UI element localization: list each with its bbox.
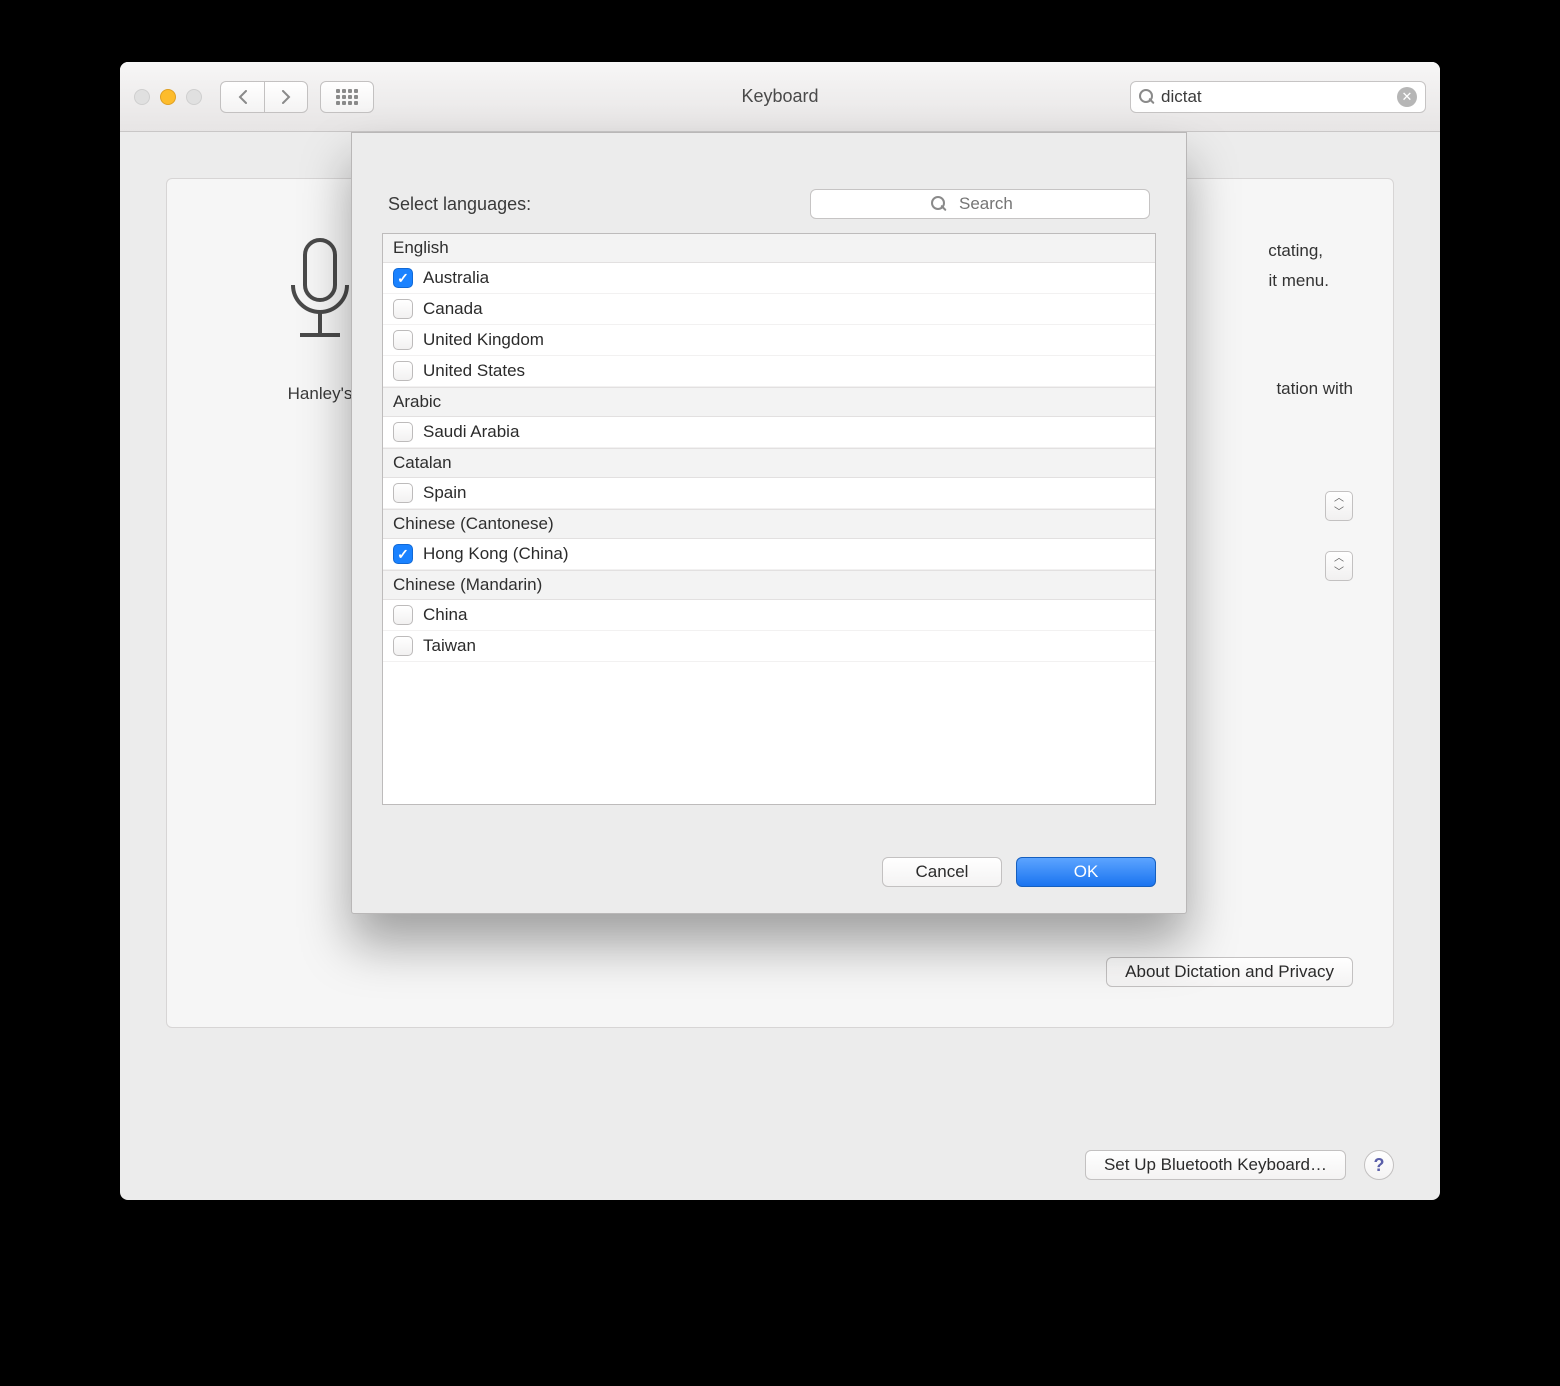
checkbox[interactable]: [393, 605, 413, 625]
language-label: Hong Kong (China): [423, 544, 569, 564]
bg-text-3: tation with: [1276, 379, 1353, 399]
search-icon: [931, 196, 947, 212]
sheet-title: Select languages:: [388, 194, 531, 215]
chevron-up-icon: ︿: [1334, 492, 1344, 506]
chevron-down-icon: ﹀: [1334, 506, 1344, 520]
toolbar-search[interactable]: ✕: [1130, 81, 1426, 113]
search-input[interactable]: [1161, 87, 1397, 107]
language-label: Australia: [423, 268, 489, 288]
checkbox[interactable]: [393, 361, 413, 381]
language-label: United Kingdom: [423, 330, 544, 350]
titlebar: Keyboard ✕: [120, 62, 1440, 132]
language-row[interactable]: United Kingdom: [383, 325, 1155, 356]
sheet-actions: Cancel OK: [382, 857, 1156, 887]
language-group-header: English: [383, 234, 1155, 263]
language-group-header: Chinese (Cantonese): [383, 509, 1155, 539]
checkbox[interactable]: [393, 268, 413, 288]
language-label: United States: [423, 361, 525, 381]
language-label: China: [423, 605, 467, 625]
checkbox[interactable]: [393, 330, 413, 350]
footer-row: Set Up Bluetooth Keyboard… ?: [1085, 1150, 1394, 1180]
bg-text-2: it menu.: [1269, 271, 1329, 291]
language-list[interactable]: English Australia Canada United Kingdom Unit…: [382, 233, 1156, 805]
back-button[interactable]: [220, 81, 264, 113]
window-controls: [134, 89, 202, 105]
chevron-right-icon: [280, 90, 292, 104]
language-row[interactable]: Hong Kong (China): [383, 539, 1155, 570]
clear-search-button[interactable]: ✕: [1397, 87, 1417, 107]
checkbox[interactable]: [393, 299, 413, 319]
language-row[interactable]: Australia: [383, 263, 1155, 294]
checkbox[interactable]: [393, 422, 413, 442]
close-button[interactable]: [134, 89, 150, 105]
sheet-search[interactable]: [810, 189, 1150, 219]
chevron-down-icon: ﹀: [1334, 566, 1344, 580]
show-all-button[interactable]: [320, 81, 374, 113]
language-label: Saudi Arabia: [423, 422, 519, 442]
preferences-window: Keyboard ✕ Hanley's ctating, it menu. ta…: [120, 62, 1440, 1200]
chevron-up-icon: ︿: [1334, 552, 1344, 566]
sheet-search-input[interactable]: [959, 194, 1029, 214]
cancel-button[interactable]: Cancel: [882, 857, 1002, 887]
language-group-header: Chinese (Mandarin): [383, 570, 1155, 600]
chevron-left-icon: [237, 90, 249, 104]
language-label: Canada: [423, 299, 483, 319]
zoom-button[interactable]: [186, 89, 202, 105]
popup-stepper-1[interactable]: ︿ ﹀: [1325, 491, 1353, 521]
minimize-button[interactable]: [160, 89, 176, 105]
checkbox[interactable]: [393, 544, 413, 564]
language-sheet: Select languages: English Australia Canada…: [351, 132, 1187, 914]
language-group-header: Catalan: [383, 448, 1155, 478]
help-button[interactable]: ?: [1364, 1150, 1394, 1180]
language-row[interactable]: Spain: [383, 478, 1155, 509]
popup-stepper-2[interactable]: ︿ ﹀: [1325, 551, 1353, 581]
bg-text-1: ctating,: [1268, 241, 1323, 261]
language-group-header: Arabic: [383, 387, 1155, 417]
checkbox[interactable]: [393, 636, 413, 656]
language-label: Taiwan: [423, 636, 476, 656]
about-dictation-button[interactable]: About Dictation and Privacy: [1106, 957, 1353, 987]
ok-button[interactable]: OK: [1016, 857, 1156, 887]
checkbox[interactable]: [393, 483, 413, 503]
language-row[interactable]: United States: [383, 356, 1155, 387]
forward-button[interactable]: [264, 81, 308, 113]
language-row[interactable]: Taiwan: [383, 631, 1155, 662]
sheet-header: Select languages:: [388, 189, 1150, 219]
nav-group: [220, 81, 308, 113]
language-row[interactable]: Saudi Arabia: [383, 417, 1155, 448]
language-label: Spain: [423, 483, 466, 503]
language-row[interactable]: China: [383, 600, 1155, 631]
grid-icon: [336, 89, 358, 105]
search-icon: [1139, 89, 1155, 105]
language-row[interactable]: Canada: [383, 294, 1155, 325]
setup-bluetooth-keyboard-button[interactable]: Set Up Bluetooth Keyboard…: [1085, 1150, 1346, 1180]
